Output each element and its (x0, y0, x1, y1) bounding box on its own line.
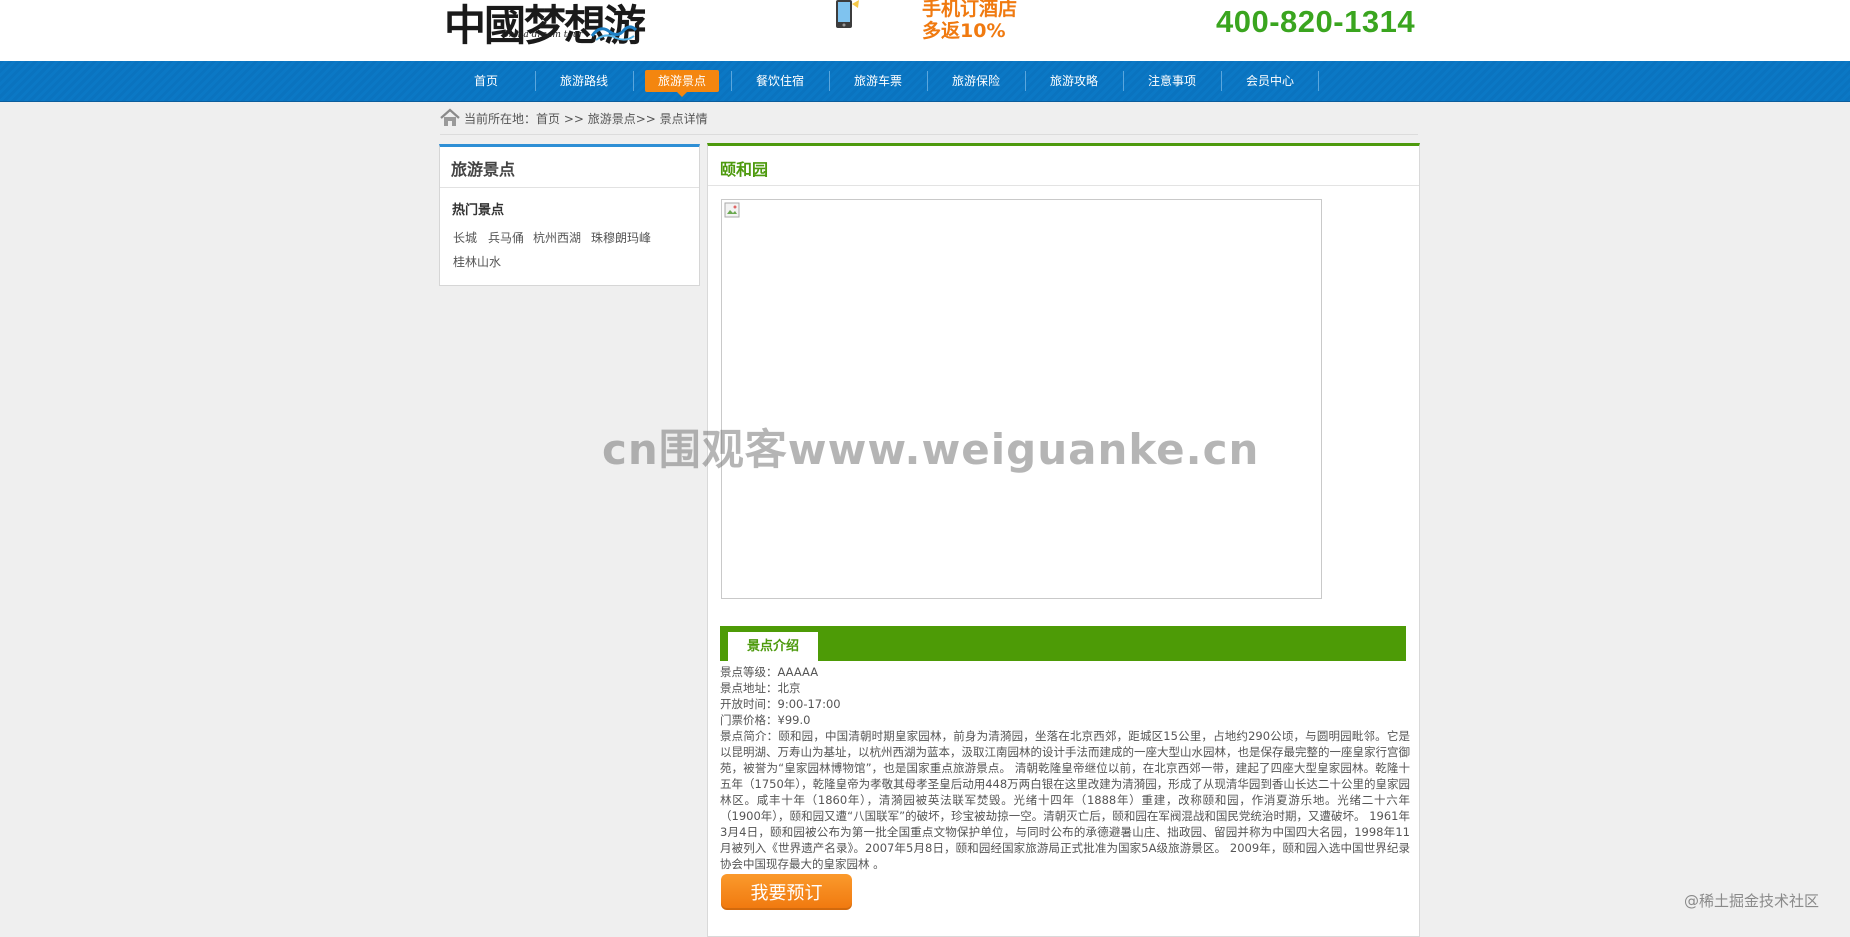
nav-separator (829, 71, 830, 91)
site-logo[interactable]: 中國梦想游 China dream tour (440, 0, 646, 50)
attraction-title: 颐和园 (720, 160, 769, 179)
promo-line-2: 多返10% (922, 20, 1006, 42)
nav-item-dining[interactable]: 餐饮住宿 (743, 70, 817, 92)
hotline-number: 400-820-1314 (1216, 4, 1416, 39)
nav-item-notes[interactable]: 注意事项 (1135, 70, 1209, 92)
credit-text: @稀土掘金技术社区 (1684, 892, 1820, 910)
wave-icon (590, 25, 638, 41)
nav-item-tickets[interactable]: 旅游车票 (841, 70, 915, 92)
nav-item-routes[interactable]: 旅游路线 (547, 70, 621, 92)
hot-link-everest[interactable]: 珠穆朗玛峰 (591, 229, 651, 246)
site-header: 中國梦想游 China dream tour 手机订酒店 多返10% 400-8… (0, 0, 1850, 61)
nav-separator (1123, 71, 1124, 91)
logo-english-text: China dream tour (502, 30, 583, 40)
nav-separator (633, 71, 634, 91)
hot-link-guilin[interactable]: 桂林山水 (453, 253, 501, 270)
nav-item-attractions[interactable]: 旅游景点 (645, 70, 719, 97)
breadcrumb: 当前所在地：首页 >> 旅游景点>> 景点详情 (440, 108, 1418, 135)
intro-tab-bar: 景点介绍 (720, 626, 1406, 661)
attraction-image (721, 199, 1322, 599)
info-address: 景点地址：北京 (720, 681, 801, 695)
nav-separator (731, 71, 732, 91)
nav-separator (1221, 71, 1222, 91)
attraction-info: 景点等级：AAAAA 景点地址：北京 开放时间：9:00-17:00 门票价格：… (720, 664, 1410, 872)
attraction-detail-panel: 颐和园 景点介绍 景点等级：AAAAA 景点地址：北京 开放时间：9:00-17… (707, 143, 1420, 937)
info-price: 门票价格：¥99.0 (720, 713, 811, 727)
nav-separator (927, 71, 928, 91)
home-icon[interactable] (440, 108, 460, 128)
nav-item-member[interactable]: 会员中心 (1233, 70, 1307, 92)
hot-link-terracotta[interactable]: 兵马俑 (488, 229, 524, 246)
book-now-button[interactable]: 我要预订 (721, 874, 852, 910)
nav-separator (1025, 71, 1026, 91)
hot-link-great-wall[interactable]: 长城 (453, 229, 477, 246)
nav-item-guides[interactable]: 旅游攻略 (1037, 70, 1111, 92)
hot-attractions-title: 热门景点 (452, 203, 505, 218)
nav-separator (535, 71, 536, 91)
nav-item-insurance[interactable]: 旅游保险 (939, 70, 1013, 92)
sidebar-title: 旅游景点 (451, 160, 516, 179)
nav-separator (1318, 71, 1319, 91)
sidebar-divider (440, 187, 699, 188)
info-level: 景点等级：AAAAA (720, 665, 819, 679)
main-nav: 首页 旅游路线 旅游景点 餐饮住宿 旅游车票 旅游保险 旅游攻略 注意事项 会员… (0, 61, 1850, 102)
main-divider (708, 185, 1419, 186)
broken-image-icon (724, 202, 740, 218)
logo-cn-part1: 中國 (444, 1, 526, 50)
info-hours: 开放时间：9:00-17:00 (720, 697, 841, 711)
tab-intro[interactable]: 景点介绍 (728, 632, 818, 661)
breadcrumb-text[interactable]: 当前所在地：首页 >> 旅游景点>> 景点详情 (464, 110, 708, 127)
mobile-hotel-promo[interactable]: 手机订酒店 多返10% (820, 0, 1040, 48)
nav-item-home[interactable]: 首页 (449, 70, 523, 92)
info-description: 景点简介：颐和园，中国清朝时期皇家园林，前身为清漪园，坐落在北京西郊，距城区15… (720, 729, 1410, 871)
mobile-phone-icon (836, 0, 859, 28)
sidebar: 旅游景点 热门景点 长城 兵马俑 杭州西湖 珠穆朗玛峰 桂林山水 (439, 144, 700, 286)
hot-link-west-lake[interactable]: 杭州西湖 (533, 229, 581, 246)
